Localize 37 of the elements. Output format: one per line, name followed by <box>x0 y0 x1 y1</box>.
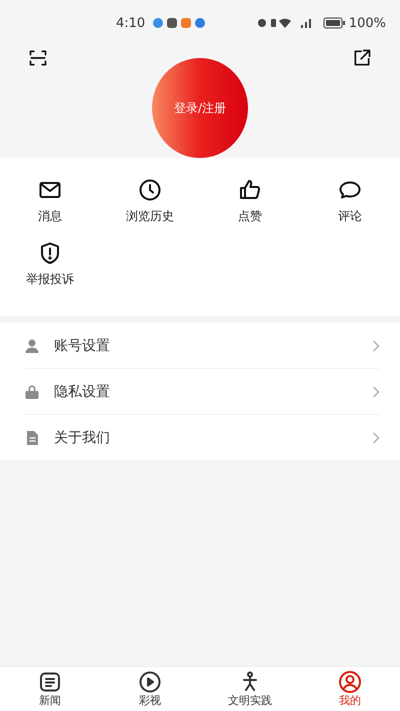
shield-alert-icon <box>38 241 62 265</box>
chevron-right-icon <box>372 386 380 398</box>
shortcut-label[interactable]: 消息 <box>38 208 62 225</box>
clock-icon <box>138 178 162 202</box>
settings-label: 关于我们 <box>54 428 111 446</box>
share-icon <box>352 48 372 68</box>
chevron-right-icon <box>372 432 380 444</box>
list-icon <box>38 670 62 694</box>
tab-bar-item[interactable]: 文明实践 <box>200 667 300 711</box>
settings-label: 账号设置 <box>54 336 111 354</box>
login-button[interactable]: 登录/注册 <box>152 58 248 158</box>
battery-percent: 100% <box>348 16 386 30</box>
settings-label: 隐私设置 <box>54 382 111 400</box>
tab-bar-item[interactable]: 新闻 <box>0 667 100 711</box>
shortcut-label[interactable]: 举报投诉 <box>26 271 74 288</box>
settings-row[interactable]: 隐私设置 <box>24 369 380 415</box>
tab-bar-item[interactable]: 彩视 <box>100 667 200 711</box>
document-icon <box>24 430 40 446</box>
thumbs-up-icon <box>238 178 262 202</box>
shortcut-label[interactable]: 点赞 <box>238 208 262 225</box>
app-notification-icon <box>167 18 178 28</box>
person-icon <box>338 670 362 694</box>
play-icon <box>138 670 162 694</box>
battery-icon <box>322 17 345 29</box>
app-notification-icon <box>181 18 192 28</box>
app-notification-icon <box>153 18 164 28</box>
settings-row[interactable]: 账号设置 <box>24 323 380 369</box>
lock-icon <box>24 384 40 400</box>
status-time: 4:10 <box>116 16 146 30</box>
settings-row[interactable]: 关于我们 <box>24 415 380 460</box>
app-notification-icon <box>195 18 206 28</box>
shortcut-label[interactable]: 浏览历史 <box>126 208 174 225</box>
tab-bar-item[interactable]: 我的 <box>300 667 400 711</box>
shortcut-label[interactable]: 评论 <box>338 208 362 225</box>
person-icon <box>24 338 40 354</box>
chevron-right-icon <box>372 340 380 352</box>
scan-icon <box>28 48 48 68</box>
